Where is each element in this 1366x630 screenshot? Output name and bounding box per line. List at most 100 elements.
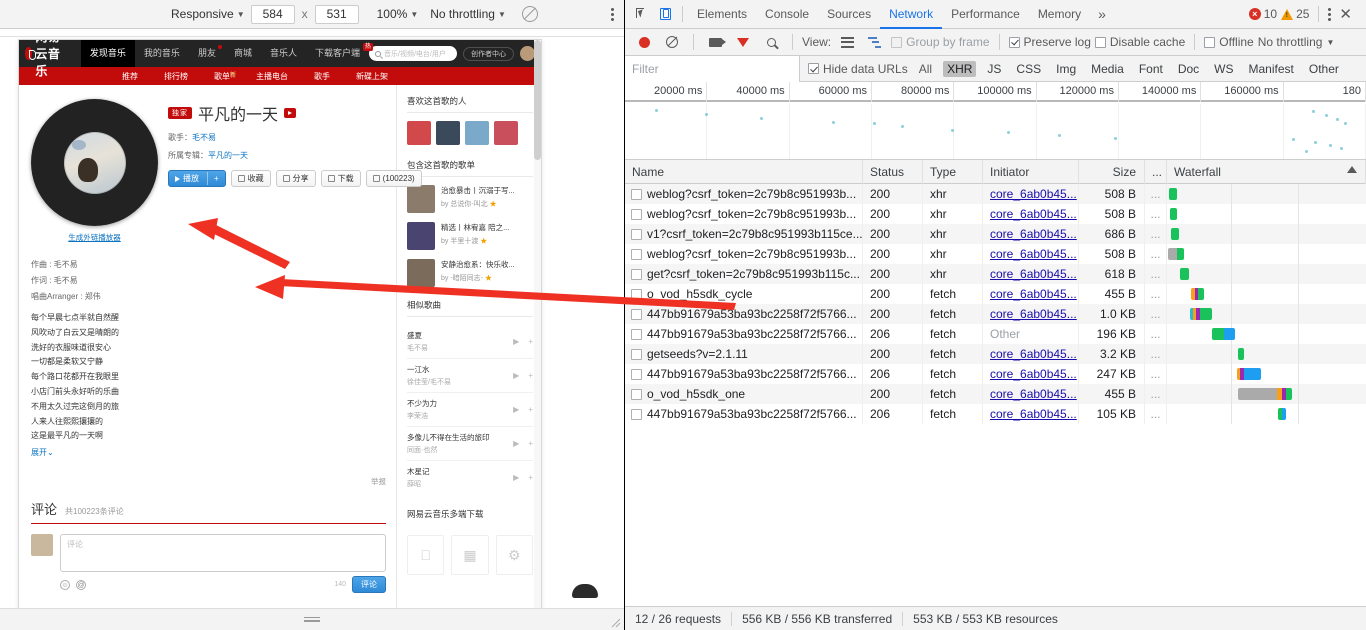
row-checkbox[interactable] bbox=[631, 188, 642, 200]
creator-center-button[interactable]: 创作者中心 bbox=[463, 46, 514, 61]
filter-type-doc[interactable]: Doc bbox=[1174, 61, 1203, 77]
row-checkbox[interactable] bbox=[631, 228, 642, 240]
initiator-link[interactable]: core_6ab0b45... bbox=[990, 387, 1077, 401]
request-name-cell[interactable]: 447bb91679a53ba93bc2258f72f5766... bbox=[625, 324, 863, 344]
filter-type-other[interactable]: Other bbox=[1305, 61, 1343, 77]
request-initiator[interactable]: core_6ab0b45... bbox=[983, 384, 1079, 404]
request-name-cell[interactable]: get?csrf_token=2c79b8c951993b115c... bbox=[625, 264, 863, 284]
request-initiator[interactable]: core_6ab0b45... bbox=[983, 204, 1079, 224]
add-to-playlist-button[interactable]: + bbox=[207, 172, 225, 185]
filter-type-img[interactable]: Img bbox=[1052, 61, 1080, 77]
row-checkbox[interactable] bbox=[631, 328, 642, 340]
row-checkbox[interactable] bbox=[631, 208, 642, 220]
request-name-cell[interactable]: weblog?csrf_token=2c79b8c951993b... bbox=[625, 184, 863, 204]
row-checkbox[interactable] bbox=[631, 288, 642, 300]
request-initiator[interactable]: core_6ab0b45... bbox=[983, 344, 1079, 364]
tab-performance[interactable]: Performance bbox=[942, 0, 1029, 29]
search-input[interactable]: 音乐/视频/电台/用户 bbox=[369, 46, 457, 61]
nav-item-musician[interactable]: 音乐人 bbox=[261, 40, 306, 67]
comment-input[interactable]: 评论 bbox=[60, 534, 386, 573]
chevron-double-right-icon[interactable]: » bbox=[1090, 6, 1114, 22]
filter-type-media[interactable]: Media bbox=[1087, 61, 1128, 77]
request-initiator[interactable]: core_6ab0b45... bbox=[983, 184, 1079, 204]
ios-icon[interactable]:  bbox=[407, 535, 445, 575]
artist-link[interactable]: 毛不易 bbox=[192, 133, 216, 142]
floating-player-button[interactable] bbox=[572, 584, 598, 598]
column-header-status[interactable]: Status bbox=[863, 160, 923, 184]
list-item[interactable]: 安静治愈系：快乐收... by -暗陌同志- ★ bbox=[407, 259, 533, 287]
emulated-page-viewport[interactable]: 网易云音乐 发现音乐 我的音乐 朋友 商城 音乐人 下载客户端热 音乐/视频/电… bbox=[18, 39, 542, 608]
column-header-waterfall[interactable]: Waterfall bbox=[1167, 160, 1366, 184]
scrollbar-thumb[interactable] bbox=[534, 40, 541, 160]
request-initiator[interactable]: core_6ab0b45... bbox=[983, 304, 1079, 324]
row-checkbox[interactable] bbox=[631, 248, 642, 260]
liker-avatar[interactable] bbox=[494, 121, 518, 145]
waterfall-bar[interactable] bbox=[1236, 368, 1261, 380]
waterfall-bar[interactable] bbox=[1211, 328, 1235, 340]
tab-network[interactable]: Network bbox=[880, 0, 942, 29]
clear-icon[interactable] bbox=[660, 30, 684, 54]
network-overview[interactable]: 20000 ms 40000 ms 60000 ms 80000 ms 100000 m… bbox=[625, 82, 1366, 160]
list-item[interactable]: 精选丨林宥嘉 陪之... by 半里十渡 ★ bbox=[407, 222, 533, 250]
expand-lyrics-button[interactable]: 展开⌄ bbox=[31, 448, 54, 457]
waterfall-bar[interactable] bbox=[1179, 268, 1190, 280]
add-icon[interactable]: + bbox=[528, 405, 533, 414]
subnav-new-albums[interactable]: 新碟上架 bbox=[343, 71, 401, 82]
column-header-name[interactable]: Name bbox=[625, 160, 863, 184]
request-name-cell[interactable]: 447bb91679a53ba93bc2258f72f5766... bbox=[625, 304, 863, 324]
waterfall-bar[interactable] bbox=[1237, 348, 1244, 360]
waterfall-bar[interactable] bbox=[1190, 288, 1204, 300]
list-view-icon[interactable] bbox=[835, 30, 859, 54]
waterfall-bar[interactable] bbox=[1190, 308, 1212, 320]
emoji-icon[interactable]: ☺ bbox=[60, 579, 70, 590]
netease-logo[interactable]: 网易云音乐 bbox=[25, 40, 71, 79]
disable-cache-checkbox[interactable]: Disable cache bbox=[1094, 35, 1185, 49]
play-icon[interactable]: ▶ bbox=[513, 473, 519, 482]
rotate-disabled-icon[interactable] bbox=[521, 6, 538, 22]
initiator-link[interactable]: core_6ab0b45... bbox=[990, 407, 1077, 421]
column-header-overflow[interactable]: ... bbox=[1145, 160, 1167, 184]
waterfall-bar[interactable] bbox=[1278, 408, 1286, 420]
column-header-size[interactable]: Size bbox=[1079, 160, 1145, 184]
table-row[interactable]: v1?csrf_token=2c79b8c951993b115ce... 200 x… bbox=[625, 224, 1366, 244]
request-name-cell[interactable]: v1?csrf_token=2c79b8c951993b115ce... bbox=[625, 224, 863, 244]
nav-item-my-music[interactable]: 我的音乐 bbox=[135, 40, 189, 67]
column-header-initiator[interactable]: Initiator bbox=[983, 160, 1079, 184]
column-header-type[interactable]: Type bbox=[923, 160, 983, 184]
preserve-log-checkbox[interactable]: Preserve log bbox=[1008, 35, 1091, 49]
list-item[interactable]: 不少为力 李荣浩 ▶ + bbox=[407, 393, 533, 427]
device-options-menu-button[interactable] bbox=[611, 6, 614, 23]
waterfall-bar[interactable] bbox=[1168, 188, 1177, 200]
waterfall-bar[interactable] bbox=[1171, 228, 1180, 240]
mv-icon[interactable] bbox=[284, 108, 297, 118]
hide-data-urls-checkbox[interactable]: Hide data URLs bbox=[808, 62, 908, 76]
collect-button[interactable]: 收藏 bbox=[230, 170, 271, 187]
network-throttling-selector[interactable]: No throttling bbox=[1258, 35, 1323, 49]
filter-type-all[interactable]: All bbox=[915, 61, 936, 77]
corner-resize-icon[interactable] bbox=[611, 618, 621, 628]
list-item[interactable]: 木星记 薛昭 ▶ + bbox=[407, 461, 533, 494]
nav-item-store[interactable]: 商城 bbox=[225, 40, 261, 67]
waterfall-bar[interactable] bbox=[1169, 208, 1177, 220]
row-checkbox[interactable] bbox=[631, 368, 642, 380]
resize-grip-icon[interactable] bbox=[304, 616, 320, 623]
devtools-settings-menu-button[interactable] bbox=[1328, 6, 1332, 23]
list-item[interactable]: 治愈暴击丨沉溺于写... by 总说你-叫北 ★ bbox=[407, 185, 533, 213]
play-icon[interactable]: ▶ bbox=[513, 371, 519, 380]
table-row[interactable]: weblog?csrf_token=2c79b8c951993b... 200 xh… bbox=[625, 184, 1366, 204]
request-name-cell[interactable]: o_vod_h5sdk_one bbox=[625, 384, 863, 404]
play-icon[interactable]: ▶ bbox=[513, 405, 519, 414]
filter-type-ws[interactable]: WS bbox=[1210, 61, 1237, 77]
filter-type-js[interactable]: JS bbox=[983, 61, 1005, 77]
error-count-badge[interactable]: × 10 bbox=[1248, 7, 1277, 21]
chevron-down-icon[interactable]: ▼ bbox=[1326, 38, 1334, 47]
group-by-frame-checkbox[interactable]: Group by frame bbox=[891, 35, 990, 49]
tab-sources[interactable]: Sources bbox=[818, 0, 880, 29]
table-row[interactable]: weblog?csrf_token=2c79b8c951993b... 200 xh… bbox=[625, 244, 1366, 264]
add-icon[interactable]: + bbox=[528, 337, 533, 346]
table-row[interactable]: 447bb91679a53ba93bc2258f72f5766... 206 fet… bbox=[625, 324, 1366, 344]
request-initiator[interactable]: core_6ab0b45... bbox=[983, 264, 1079, 284]
waterfall-view-icon[interactable] bbox=[863, 30, 887, 54]
viewport-scrollbar[interactable] bbox=[534, 40, 541, 608]
initiator-link[interactable]: core_6ab0b45... bbox=[990, 267, 1077, 281]
